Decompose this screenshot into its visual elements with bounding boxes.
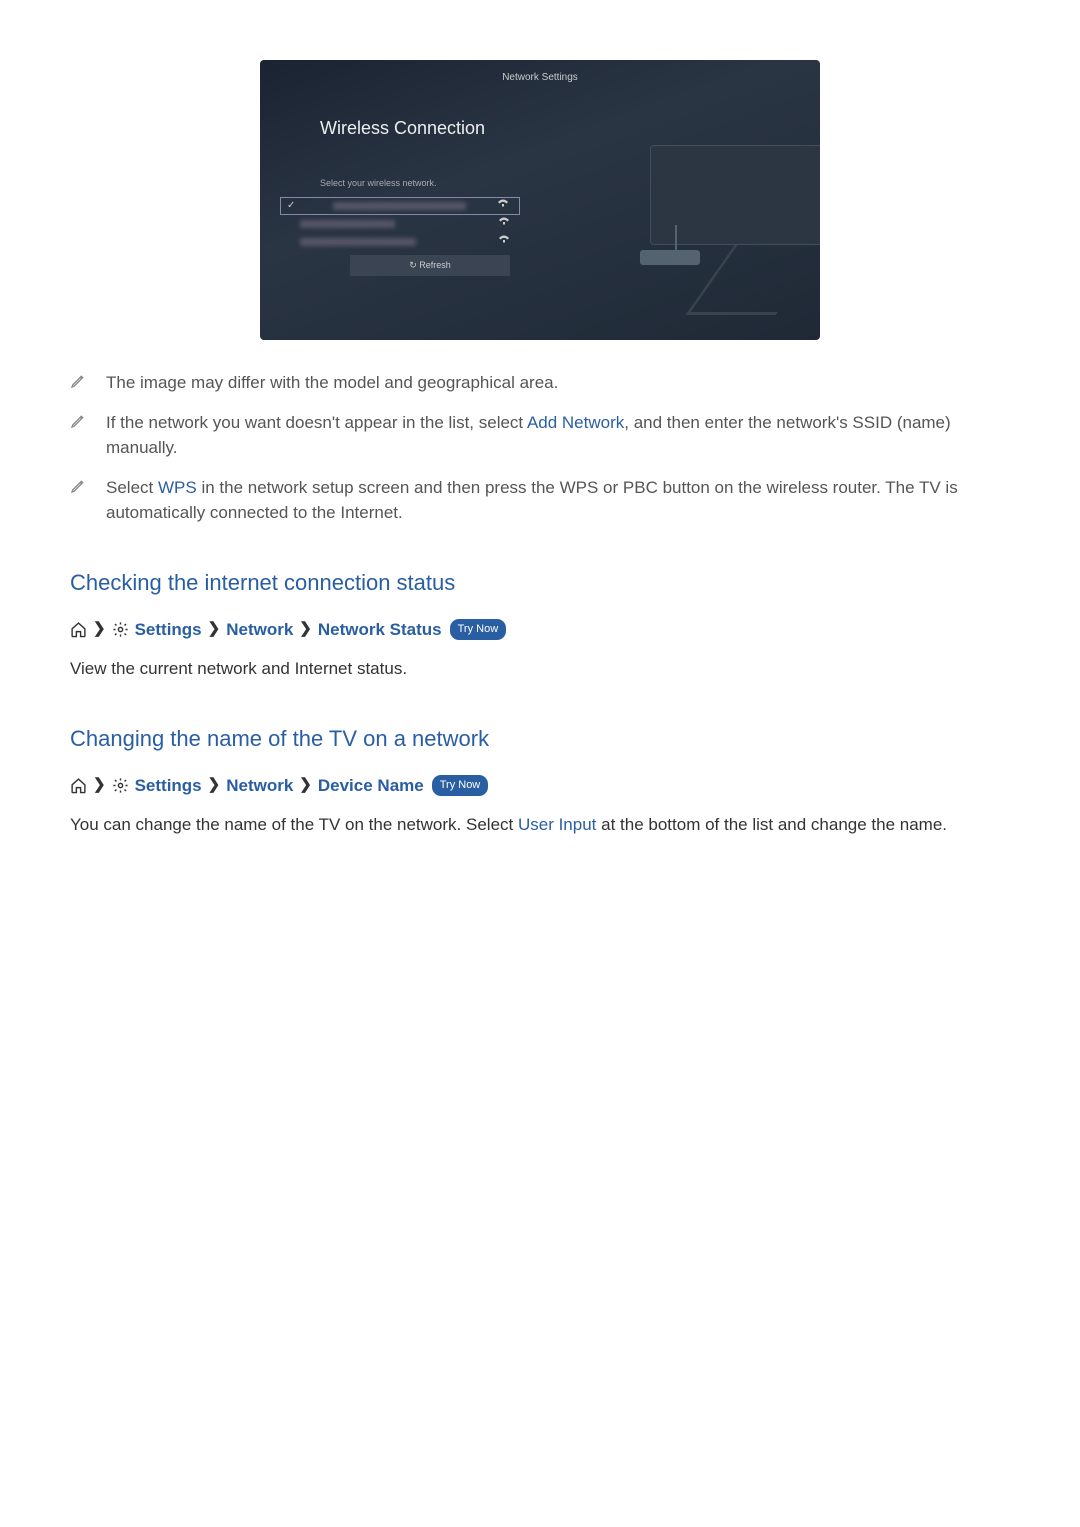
chevron-right-icon: ❯ xyxy=(299,774,312,797)
section-heading-device-name: Changing the name of the TV on a network xyxy=(70,722,1010,755)
wifi-lock-icon xyxy=(498,234,510,249)
chevron-right-icon: ❯ xyxy=(93,774,106,797)
home-icon[interactable] xyxy=(70,777,87,794)
chevron-right-icon: ❯ xyxy=(299,618,312,641)
section-heading-connection-status: Checking the internet connection status xyxy=(70,566,1010,599)
gear-icon[interactable] xyxy=(112,621,129,638)
refresh-button[interactable]: ↻ Refresh xyxy=(350,255,510,277)
pencil-icon xyxy=(70,413,92,429)
path-network[interactable]: Network xyxy=(226,773,293,799)
wifi-network-item[interactable] xyxy=(280,197,520,215)
tv-screenshot: Network Settings Wireless Connection Sel… xyxy=(260,60,820,340)
pencil-icon xyxy=(70,373,92,389)
user-input-link[interactable]: User Input xyxy=(518,815,596,834)
note-item: Select WPS in the network setup screen a… xyxy=(70,475,1010,526)
section-body: View the current network and Internet st… xyxy=(70,656,1010,682)
chevron-right-icon: ❯ xyxy=(208,618,221,641)
note-item: If the network you want doesn't appear i… xyxy=(70,410,1010,461)
wifi-network-list: ↻ Refresh xyxy=(290,197,520,277)
wifi-lock-icon xyxy=(497,198,509,213)
router-graphic xyxy=(640,250,700,265)
add-network-link[interactable]: Add Network xyxy=(527,413,624,432)
chevron-right-icon: ❯ xyxy=(93,618,106,641)
note-item: The image may differ with the model and … xyxy=(70,370,1010,396)
pencil-icon xyxy=(70,478,92,494)
chevron-right-icon: ❯ xyxy=(208,774,221,797)
note-text: Select WPS in the network setup screen a… xyxy=(106,475,1010,526)
try-now-badge[interactable]: Try Now xyxy=(432,775,489,796)
nav-path: ❯ Settings ❯ Network ❯ Network Status Tr… xyxy=(70,617,1010,643)
path-settings[interactable]: Settings xyxy=(135,773,202,799)
path-settings[interactable]: Settings xyxy=(135,617,202,643)
note-text: The image may differ with the model and … xyxy=(106,370,1010,396)
path-network[interactable]: Network xyxy=(226,617,293,643)
section-body: You can change the name of the TV on the… xyxy=(70,812,1010,838)
home-icon[interactable] xyxy=(70,621,87,638)
wps-link[interactable]: WPS xyxy=(158,478,197,497)
path-network-status[interactable]: Network Status xyxy=(318,617,442,643)
tv-screen-title: Network Settings xyxy=(260,60,820,85)
nav-path: ❯ Settings ❯ Network ❯ Device Name Try N… xyxy=(70,773,1010,799)
wifi-network-item[interactable] xyxy=(290,233,520,251)
wifi-ssid-blurred xyxy=(300,220,395,228)
wifi-lock-icon xyxy=(498,216,510,231)
wifi-ssid-blurred xyxy=(300,238,416,246)
wifi-network-item[interactable] xyxy=(290,215,520,233)
try-now-badge[interactable]: Try Now xyxy=(450,619,507,640)
wifi-ssid-blurred xyxy=(333,202,466,210)
tv-screenshot-wrap: Network Settings Wireless Connection Sel… xyxy=(70,60,1010,340)
gear-icon[interactable] xyxy=(112,777,129,794)
note-text: If the network you want doesn't appear i… xyxy=(106,410,1010,461)
tv-graphic xyxy=(630,110,820,320)
path-device-name[interactable]: Device Name xyxy=(318,773,424,799)
